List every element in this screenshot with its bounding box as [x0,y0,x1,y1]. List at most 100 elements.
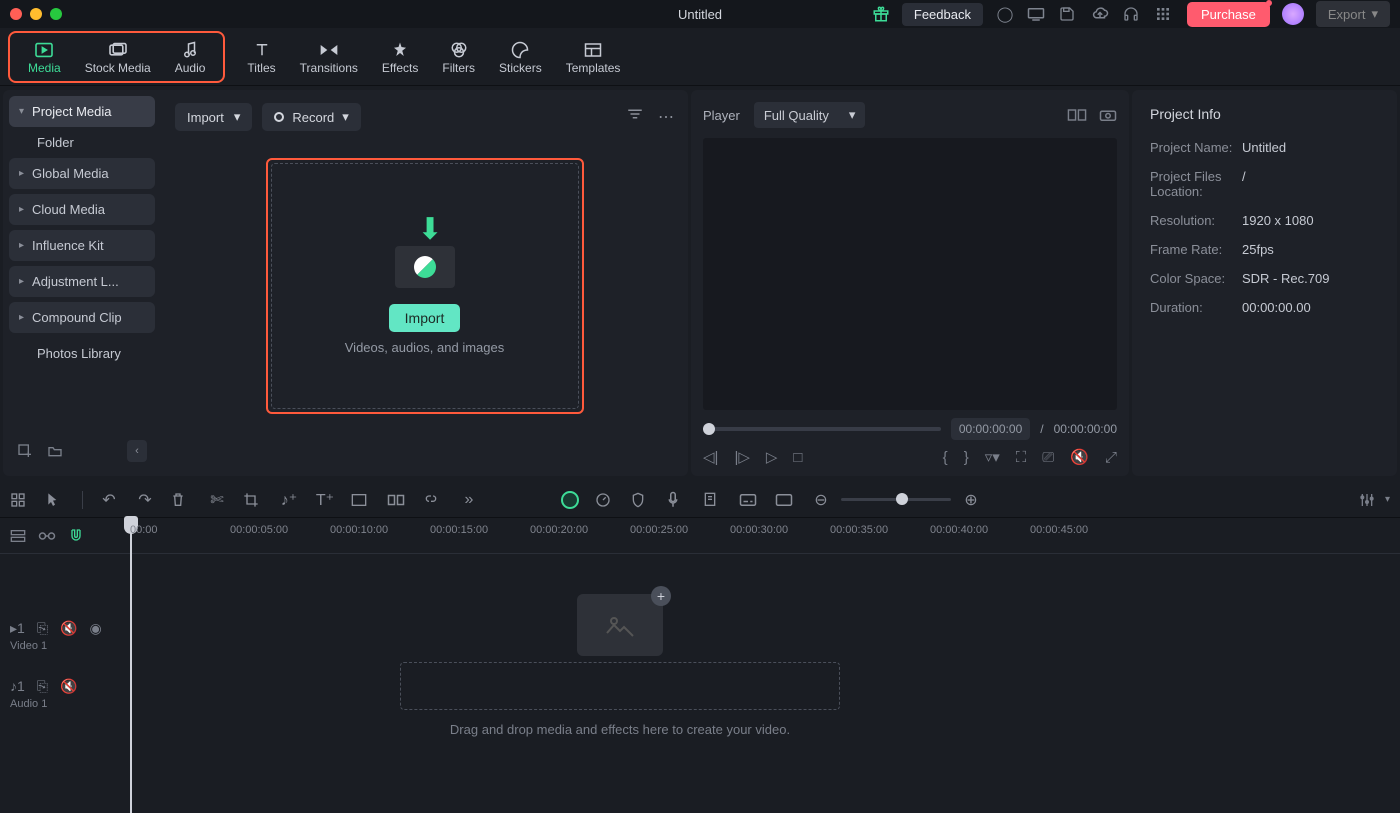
sidebar-project-media[interactable]: ▾Project Media [9,96,155,127]
notes-icon[interactable] [703,492,723,508]
mark-out-icon[interactable]: } [964,449,969,466]
link-tracks-icon[interactable] [38,530,56,542]
magnet-icon[interactable] [68,528,84,544]
info-row-duration: Duration:00:00:00.00 [1150,300,1379,315]
zoom-in-icon[interactable]: ⊕ [961,490,981,510]
tab-stickers[interactable]: Stickers [487,35,554,79]
next-frame-icon[interactable]: |▷ [734,448,749,466]
cloud-icon[interactable] [1091,7,1111,21]
record-icon[interactable]: ◯ [995,5,1015,23]
mark-in-icon[interactable]: { [943,449,948,466]
new-bin-icon[interactable] [17,443,33,459]
headphone-icon[interactable] [1123,6,1143,22]
lock-icon[interactable]: ⎘ [37,620,48,637]
audio-tool-icon[interactable]: ♪⁺ [279,490,299,510]
delete-icon[interactable] [171,492,191,508]
sidebar-influence-kit[interactable]: ▸Influence Kit [9,230,155,261]
snapshot-icon[interactable] [1099,108,1117,122]
sidebar-cloud-media[interactable]: ▸Cloud Media [9,194,155,225]
close-window[interactable] [10,8,22,20]
info-row-resolution: Resolution:1920 x 1080 [1150,213,1379,228]
mute-icon[interactable]: 🔇 [60,620,77,637]
minimize-window[interactable] [30,8,42,20]
export-button[interactable]: Export▾ [1316,1,1390,27]
play-icon[interactable]: ▷ [766,448,778,466]
volume-icon[interactable]: 🔇 [1070,448,1089,466]
gift-icon[interactable] [872,5,890,23]
device-icon[interactable] [1027,7,1047,21]
sidebar-global-media[interactable]: ▸Global Media [9,158,155,189]
zoom-out-icon[interactable]: ⊖ [811,490,831,510]
scrub-track[interactable] [703,427,941,431]
prev-frame-icon[interactable]: ◁| [703,448,718,466]
lock-icon[interactable]: ⎘ [37,678,48,695]
chevron-down-icon[interactable]: ▾ [1385,494,1390,505]
zoom-thumb[interactable] [896,493,908,505]
purchase-button[interactable]: Purchase [1187,2,1270,27]
feedback-button[interactable]: Feedback [902,3,983,26]
sidebar-folder[interactable]: Folder [9,127,155,158]
video-track-header[interactable]: ▸1 ⎘ 🔇 ◉ Video 1 [0,614,130,672]
user-avatar[interactable] [1282,3,1304,25]
tab-titles[interactable]: Titles [235,35,287,79]
tab-audio[interactable]: Audio [163,35,218,79]
new-folder-icon[interactable] [47,444,63,458]
more-tools-icon[interactable]: » [459,491,479,509]
subtitle-icon[interactable] [739,493,759,507]
import-dropdown[interactable]: Import▾ [175,103,252,131]
zoom-slider[interactable] [841,498,951,501]
split-icon[interactable]: ✄ [207,490,227,510]
mixer-icon[interactable] [1359,492,1375,508]
audio-track-header[interactable]: ♪1 ⎘ 🔇 Audio 1 [0,672,130,730]
compare-view-icon[interactable] [1067,108,1087,122]
player-viewport[interactable] [703,138,1117,410]
expand-icon[interactable]: ⤢ [1105,449,1117,466]
tab-transitions[interactable]: Transitions [288,35,370,79]
text-tool-icon[interactable]: T⁺ [315,490,335,510]
camera-icon[interactable]: ⎚ [1042,449,1054,466]
mute-icon[interactable]: 🔇 [60,678,77,695]
stop-icon[interactable]: □ [793,449,802,466]
eye-icon[interactable]: ◉ [89,620,101,637]
aspect-icon[interactable] [351,493,371,507]
tab-media[interactable]: Media [16,35,73,79]
marker-green-icon[interactable] [561,491,579,509]
shield-icon[interactable] [631,492,651,508]
link-icon[interactable] [423,493,443,507]
fullscreen-icon[interactable]: ⛶ [1016,449,1027,466]
tab-stock-media[interactable]: Stock Media [73,35,163,79]
maximize-window[interactable] [50,8,62,20]
redo-icon[interactable]: ↷ [135,490,155,510]
save-icon[interactable] [1059,6,1079,22]
tab-templates[interactable]: Templates [554,35,633,79]
sidebar-compound-clip[interactable]: ▸Compound Clip [9,302,155,333]
apps-icon[interactable] [1155,6,1175,22]
tab-effects[interactable]: Effects [370,35,430,79]
tabs-rest: Titles Transitions Effects Filters Stick… [235,35,632,79]
timeline-tracks[interactable]: + Drag and drop media and effects here t… [130,554,1400,788]
toggle-tracks-icon[interactable] [10,529,26,543]
filter-icon[interactable] [626,107,644,127]
undo-icon[interactable]: ↶ [99,490,119,510]
chevron-down-icon: ▾ [234,109,241,125]
marker-icon[interactable]: ▿▾ [985,448,1000,466]
tab-filters[interactable]: Filters [430,35,487,79]
scrub-thumb[interactable] [703,423,715,435]
record-dropdown[interactable]: Record▾ [262,103,360,131]
cursor-tool-icon[interactable] [46,492,66,508]
quality-select[interactable]: Full Quality▾ [754,102,866,128]
crop-icon[interactable] [243,492,263,508]
mic-icon[interactable] [667,491,687,509]
info-label: Resolution: [1150,213,1242,228]
sidebar-adjustment-layer[interactable]: ▸Adjustment L... [9,266,155,297]
mask-icon[interactable] [387,494,407,506]
import-button[interactable]: Import [389,304,461,332]
import-drop-zone[interactable]: ⬇ Import Videos, audios, and images [271,163,579,409]
sidebar-photos-library[interactable]: Photos Library [9,338,155,369]
collapse-sidebar-button[interactable]: ‹ [127,440,147,462]
cc-icon[interactable] [775,493,795,507]
more-icon[interactable]: ⋯ [658,107,674,127]
select-tool-icon[interactable] [10,492,30,508]
timeline-ruler[interactable]: 00:00 00:00:05:00 00:00:10:00 00:00:15:0… [130,518,1400,553]
speed-icon[interactable] [595,492,615,508]
